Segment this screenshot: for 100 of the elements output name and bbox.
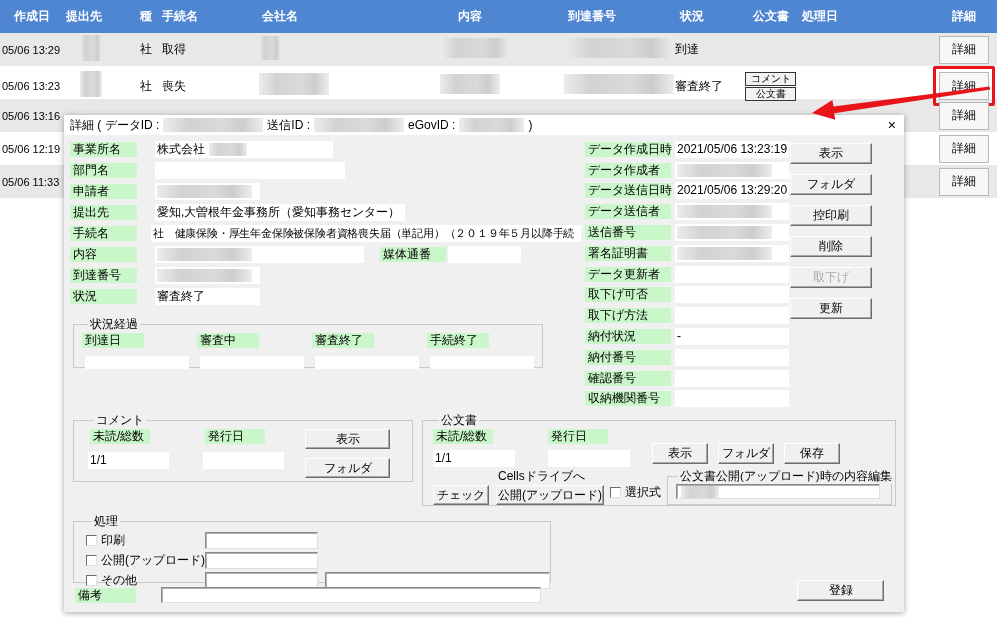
text-field[interactable]: 社 健康保険・厚生年金保険被保険者資格喪失届（単記用）（２０１９年５月以降手続 [151, 225, 581, 242]
field-label: 事業所名 [70, 142, 137, 157]
text-field[interactable] [675, 307, 789, 325]
text-field[interactable]: 1/1 [88, 452, 169, 469]
action-button[interactable]: フォルダ [790, 174, 872, 195]
table-cell-text: 社 [140, 41, 153, 58]
field-label: 取下げ可否 [585, 287, 671, 303]
action-button[interactable]: 控印刷 [790, 205, 872, 226]
small-button[interactable]: 公文書 [745, 86, 796, 101]
checkbox-label: 選択式 [625, 484, 661, 501]
caption-text: Cellsドライブへ [497, 468, 586, 482]
title-text: 送信ID : [267, 116, 310, 134]
action-button[interactable]: 保存 [784, 443, 840, 464]
column-header: 作成日 [14, 8, 50, 25]
checkbox[interactable] [610, 487, 621, 498]
group-title: 公文書公開(アップロード)時の内容編集 [679, 469, 893, 484]
table-cell-text: 取得 [162, 41, 187, 58]
field-label: 申請者 [70, 184, 137, 199]
text-field[interactable] [155, 267, 260, 284]
field-label: 内容 [70, 247, 137, 262]
field-label: 取下げ方法 [585, 308, 671, 324]
action-button[interactable]: チェック [433, 485, 489, 505]
small-button[interactable]: コメント [745, 71, 796, 86]
column-header: 状況 [678, 8, 704, 25]
field-label: 媒体通番 [380, 247, 446, 262]
text-field[interactable] [85, 356, 189, 369]
text-field[interactable] [161, 587, 541, 603]
field-label: 部門名 [70, 163, 137, 178]
text-field[interactable] [155, 183, 260, 200]
checkbox[interactable] [86, 554, 97, 566]
text-field[interactable]: 1/1 [433, 450, 515, 467]
field-label: 未読/総数 [433, 429, 493, 444]
group-title: 公文書 [440, 412, 478, 429]
text-field[interactable]: 株式会社 [155, 141, 333, 158]
column-header: 処理日 [801, 8, 838, 25]
field-label: 手続名 [70, 226, 137, 241]
field-label: 到達日 [82, 333, 144, 348]
field-label: データ作成者 [585, 162, 671, 178]
title-text: ) [528, 118, 533, 132]
field-label: 確認番号 [585, 370, 671, 386]
text-field[interactable] [675, 224, 789, 242]
text-field[interactable] [200, 356, 304, 369]
column-header: 内容 [458, 8, 482, 25]
group-title: コメント [95, 412, 145, 429]
detail-button[interactable]: 詳細 [938, 101, 989, 130]
field-label: データ更新者 [585, 266, 671, 282]
register-button[interactable]: 登録 [797, 580, 884, 601]
field-label: 提出先 [70, 205, 137, 220]
close-button[interactable]: × [883, 117, 900, 133]
table-cell-text: 社 [140, 77, 153, 95]
blurred-text [459, 118, 525, 132]
checkbox[interactable] [86, 534, 97, 546]
text-field[interactable]: - [675, 328, 789, 346]
field-label: 発行日 [205, 429, 265, 444]
action-button[interactable]: 表示 [790, 143, 872, 164]
field-label: 審査終了 [312, 333, 374, 348]
text-field[interactable] [675, 286, 789, 304]
text-field[interactable] [676, 484, 880, 499]
field-label: 手続終了 [427, 333, 489, 348]
field-label: データ作成日時 [585, 141, 671, 157]
field-label: 送信番号 [585, 225, 671, 241]
action-button[interactable]: 更新 [790, 298, 872, 319]
action-button[interactable]: 表示 [305, 429, 390, 449]
detail-button[interactable]: 詳細 [938, 35, 989, 64]
table-cell-text: 審査終了 [675, 77, 724, 95]
text-field[interactable] [430, 356, 534, 369]
action-button[interactable]: フォルダ [718, 443, 774, 464]
group-title: 状況経過 [89, 316, 139, 333]
checkbox-label: 印刷 [101, 531, 126, 549]
text-field[interactable] [205, 551, 318, 569]
text-field[interactable]: 2021/05/06 13:23:19 [675, 140, 789, 158]
text-field[interactable] [675, 203, 789, 221]
column-header: 公文書 [752, 8, 789, 25]
detail-button[interactable]: 詳細 [938, 134, 989, 163]
field-label: データ送信者 [585, 204, 671, 220]
column-header: 会社名 [261, 8, 298, 25]
text-field[interactable] [155, 246, 364, 263]
field-label: 納付番号 [585, 349, 671, 365]
text-field[interactable] [205, 531, 318, 549]
field-label: 発行日 [548, 429, 608, 444]
text-field[interactable]: 愛知,大曽根年金事務所（愛知事務センター） [155, 204, 405, 221]
field-label: 状況 [70, 289, 137, 304]
text-field[interactable]: 2021/05/06 13:29:20 [675, 182, 789, 200]
field-label: 到達番号 [70, 268, 137, 283]
detail-button[interactable]: 詳細 [938, 167, 989, 196]
checkbox[interactable] [86, 574, 97, 586]
text-field[interactable]: 審査終了 [155, 288, 260, 305]
text-field[interactable] [675, 161, 789, 179]
text-field[interactable] [315, 356, 419, 369]
checkbox-label: その他 [101, 571, 138, 589]
action-button[interactable]: 公開(アップロード) [496, 485, 604, 505]
table-cell-text: 到達 [675, 41, 700, 58]
date-cell-text: 05/06 12:19 [1, 142, 62, 155]
action-button[interactable]: 削除 [790, 236, 872, 257]
action-button[interactable]: フォルダ [305, 458, 390, 478]
text-field[interactable] [675, 244, 789, 262]
field-label: 署名証明書 [585, 245, 671, 261]
field-label: 納付状況 [585, 329, 671, 345]
action-button[interactable]: 表示 [652, 443, 708, 464]
group-title: 処理 [93, 513, 119, 530]
